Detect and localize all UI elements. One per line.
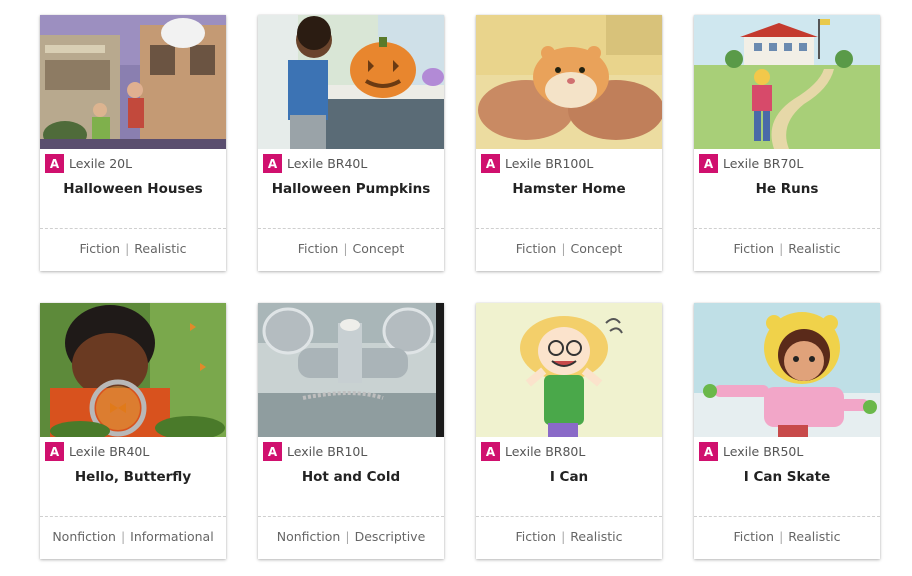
book-cover-image[interactable] — [258, 303, 444, 437]
book-card[interactable]: A Lexile BR50L I Can Skate Fiction | Reali… — [694, 303, 880, 559]
book-tags: Fiction | Concept — [258, 241, 444, 256]
book-title[interactable]: I Can — [476, 469, 662, 485]
reading-level-badge: A — [263, 154, 282, 173]
tag-separator: | — [779, 529, 784, 544]
book-card[interactable]: A Lexile BR40L Halloween Pumpkins Fictio… — [258, 15, 444, 271]
book-tags: Fiction | Concept — [476, 241, 662, 256]
genre-tag: Fiction — [733, 529, 775, 544]
book-card[interactable]: A Lexile BR40L Hello, Butterfly Nonficti… — [40, 303, 226, 559]
genre-tag: Fiction — [79, 241, 121, 256]
book-tags: Fiction | Realistic — [40, 241, 226, 256]
book-card[interactable]: A Lexile BR80L I Can Fiction | Realistic — [476, 303, 662, 559]
book-title[interactable]: Halloween Houses — [40, 181, 226, 197]
book-cover-image[interactable] — [40, 15, 226, 149]
genre-tag: Fiction — [297, 241, 339, 256]
tag-separator: | — [561, 529, 566, 544]
book-tags: Fiction | Realistic — [476, 529, 662, 544]
divider — [476, 228, 662, 229]
book-cover-image[interactable] — [476, 15, 662, 149]
book-card[interactable]: A Lexile BR10L Hot and Cold Nonfiction | D… — [258, 303, 444, 559]
book-cover-image[interactable] — [258, 15, 444, 149]
book-meta: A Lexile BR80L — [481, 442, 585, 461]
book-title[interactable]: I Can Skate — [694, 469, 880, 485]
book-meta: A Lexile BR40L — [45, 442, 149, 461]
type-tag: Concept — [570, 241, 623, 256]
book-meta: A Lexile BR70L — [699, 154, 803, 173]
divider — [694, 228, 880, 229]
type-tag: Descriptive — [354, 529, 426, 544]
book-title[interactable]: Hello, Butterfly — [40, 469, 226, 485]
lexile-label: Lexile BR70L — [723, 156, 804, 171]
tag-separator: | — [345, 529, 350, 544]
book-meta: A Lexile BR50L — [699, 442, 803, 461]
tag-separator: | — [561, 241, 566, 256]
tag-separator: | — [125, 241, 130, 256]
divider — [40, 228, 226, 229]
divider — [40, 516, 226, 517]
reading-level-badge: A — [45, 154, 64, 173]
lexile-label: Lexile BR50L — [723, 444, 804, 459]
book-tags: Nonfiction | Informational — [40, 529, 226, 544]
type-tag: Realistic — [570, 529, 623, 544]
reading-level-badge: A — [45, 442, 64, 461]
genre-tag: Fiction — [515, 529, 557, 544]
lexile-label: Lexile BR40L — [287, 156, 368, 171]
book-title[interactable]: Halloween Pumpkins — [258, 181, 444, 197]
book-cover-image[interactable] — [694, 303, 880, 437]
divider — [258, 228, 444, 229]
lexile-label: Lexile 20L — [69, 156, 133, 171]
reading-level-badge: A — [699, 442, 718, 461]
book-title[interactable]: Hamster Home — [476, 181, 662, 197]
type-tag: Realistic — [134, 241, 187, 256]
book-card[interactable]: A Lexile 20L Halloween Houses Fiction | Re… — [40, 15, 226, 271]
type-tag: Informational — [130, 529, 214, 544]
genre-tag: Nonfiction — [52, 529, 116, 544]
genre-tag: Fiction — [515, 241, 557, 256]
lexile-label: Lexile BR100L — [505, 156, 594, 171]
reading-level-badge: A — [699, 154, 718, 173]
book-title[interactable]: Hot and Cold — [258, 469, 444, 485]
type-tag: Concept — [352, 241, 405, 256]
lexile-label: Lexile BR10L — [287, 444, 368, 459]
reading-level-badge: A — [263, 442, 282, 461]
tag-separator: | — [343, 241, 348, 256]
book-tags: Fiction | Realistic — [694, 529, 880, 544]
type-tag: Realistic — [788, 241, 841, 256]
book-card[interactable]: A Lexile BR100L Hamster Home Fiction | Con… — [476, 15, 662, 271]
book-grid: A Lexile 20L Halloween Houses Fiction | Re… — [0, 0, 912, 576]
type-tag: Realistic — [788, 529, 841, 544]
book-cover-image[interactable] — [694, 15, 880, 149]
genre-tag: Nonfiction — [276, 529, 341, 544]
tag-separator: | — [779, 241, 784, 256]
divider — [258, 516, 444, 517]
book-tags: Fiction | Realistic — [694, 241, 880, 256]
book-title[interactable]: He Runs — [694, 181, 880, 197]
lexile-label: Lexile BR40L — [69, 444, 150, 459]
reading-level-badge: A — [481, 442, 500, 461]
book-meta: A Lexile 20L — [45, 154, 132, 173]
genre-tag: Fiction — [733, 241, 775, 256]
book-tags: Nonfiction | Descriptive — [258, 529, 444, 544]
book-cover-image[interactable] — [476, 303, 662, 437]
divider — [694, 516, 880, 517]
book-meta: A Lexile BR10L — [263, 442, 367, 461]
book-meta: A Lexile BR100L — [481, 154, 593, 173]
book-cover-image[interactable] — [40, 303, 226, 437]
book-card[interactable]: A Lexile BR70L He Runs Fiction | Realistic — [694, 15, 880, 271]
reading-level-badge: A — [481, 154, 500, 173]
lexile-label: Lexile BR80L — [505, 444, 586, 459]
tag-separator: | — [120, 529, 126, 544]
book-meta: A Lexile BR40L — [263, 154, 367, 173]
divider — [476, 516, 662, 517]
